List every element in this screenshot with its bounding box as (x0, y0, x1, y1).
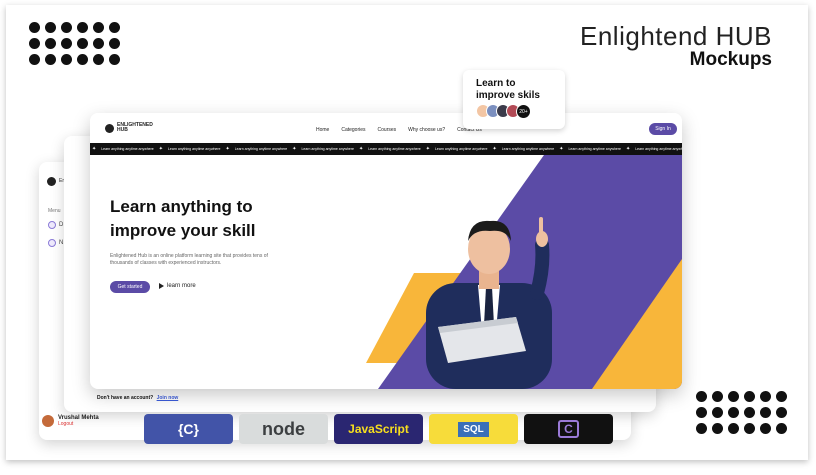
hero-headline: Learn anything to improve your skill (110, 197, 256, 240)
course-tile-sql[interactable]: SQL (429, 414, 518, 444)
marquee-ticker: ✦ Learn anything anytime anywhere ✦ Learn a… (90, 143, 682, 155)
learn-more-button[interactable]: learn more (159, 283, 196, 289)
tile-label: SQL (458, 421, 489, 437)
ticker-text: Learn anything anytime anywhere (234, 147, 288, 151)
ticker-text: Learn anything anytime anywhere (568, 147, 621, 151)
sparkle-icon: ✦ (359, 146, 364, 152)
sparkle-icon: ✦ (492, 146, 497, 152)
sidebar-item-label: N (59, 239, 64, 246)
learn-more-label: learn more (167, 283, 196, 289)
sparkle-icon: ✦ (158, 146, 163, 152)
tile-label: node (262, 418, 305, 439)
ticker-text: Learn anything anytime anywhere (368, 147, 421, 151)
sparkle-icon: ✦ (92, 146, 97, 152)
play-icon (159, 283, 164, 289)
ticker-text: Learn anything anytime anywhere (434, 147, 488, 151)
sparkle-icon: ✦ (292, 146, 297, 152)
tile-label: {C} (177, 421, 199, 437)
nav-link-categories[interactable]: Categories (341, 127, 365, 133)
decorative-dot-grid (696, 391, 787, 434)
logo-icon (105, 123, 114, 133)
dashboard-icon (48, 220, 56, 229)
learner-avatars: 20+ (476, 104, 531, 119)
sidebar-menu-label: Menu (48, 208, 61, 214)
sidebar-item-label: D (59, 221, 64, 228)
card-title: Learn to improve skils (476, 78, 540, 101)
brand-subtitle: Mockups (689, 49, 772, 70)
improve-skills-card: Learn to improve skils 20+ (463, 70, 565, 129)
avatar (42, 415, 54, 427)
nav-links: Home Categories Courses Why choose us? C… (316, 127, 482, 133)
nav-link-home[interactable]: Home (316, 127, 329, 133)
notes-icon (48, 238, 56, 247)
course-tiles: {C} node JavaScript SQL C (144, 414, 613, 444)
nav-link-why-choose-us[interactable]: Why choose us? (408, 127, 445, 133)
user-profile[interactable]: Vrushal Mehta Logout (42, 415, 99, 427)
sparkle-icon: ✦ (425, 146, 430, 152)
tile-label: JavaScript (348, 422, 409, 436)
sparkle-icon: ✦ (225, 146, 230, 152)
ticker-text: Learn anything anytime anywhere (501, 147, 555, 151)
logo-text: ENLIGHTENED HUB (117, 122, 153, 133)
signup-text: Don't have an account? (97, 395, 154, 401)
ticker-text: Learn anything anytime anywhere (167, 147, 221, 151)
ticker-text: Learn anything anytime anywhere (101, 147, 154, 151)
top-navbar: ENLIGHTENED HUB Home Categories Courses … (90, 113, 682, 143)
logo-icon (47, 177, 56, 186)
sign-in-button[interactable]: Sign In (649, 123, 677, 135)
brand-title: Enlightend HUB (580, 21, 772, 51)
course-tile-javascript[interactable]: JavaScript (334, 414, 423, 444)
join-now-link[interactable]: Join now (157, 395, 179, 401)
decorative-dot-grid (29, 22, 120, 65)
course-tile-c[interactable]: {C} (144, 414, 233, 444)
signup-prompt: Don't have an account? Join now (97, 395, 178, 401)
ticker-text: Learn anything anytime anywhere (301, 147, 354, 151)
hero-illustration (366, 155, 682, 389)
nav-link-courses[interactable]: Courses (378, 127, 397, 133)
course-tile-node[interactable]: node (239, 414, 328, 444)
sparkle-icon: ✦ (559, 146, 564, 152)
get-started-button[interactable]: Get started (110, 281, 150, 293)
site-logo[interactable]: ENLIGHTENED HUB (105, 122, 153, 133)
learner-count-badge: 20+ (516, 104, 531, 119)
sparkle-icon: ✦ (626, 146, 631, 152)
hero-description: Enlightened Hub is an online platform le… (110, 253, 268, 266)
course-tile-cpp[interactable]: C (524, 414, 613, 444)
tile-label: C (558, 420, 579, 438)
ticker-text: Learn anything anytime anywhere (635, 147, 682, 151)
mockup-frame: Enlightend HUB Mockups Enlig Hub Menu D … (6, 5, 808, 460)
logout-link[interactable]: Logout (58, 421, 99, 427)
landing-page-screen: ENLIGHTENED HUB Home Categories Courses … (90, 113, 682, 389)
